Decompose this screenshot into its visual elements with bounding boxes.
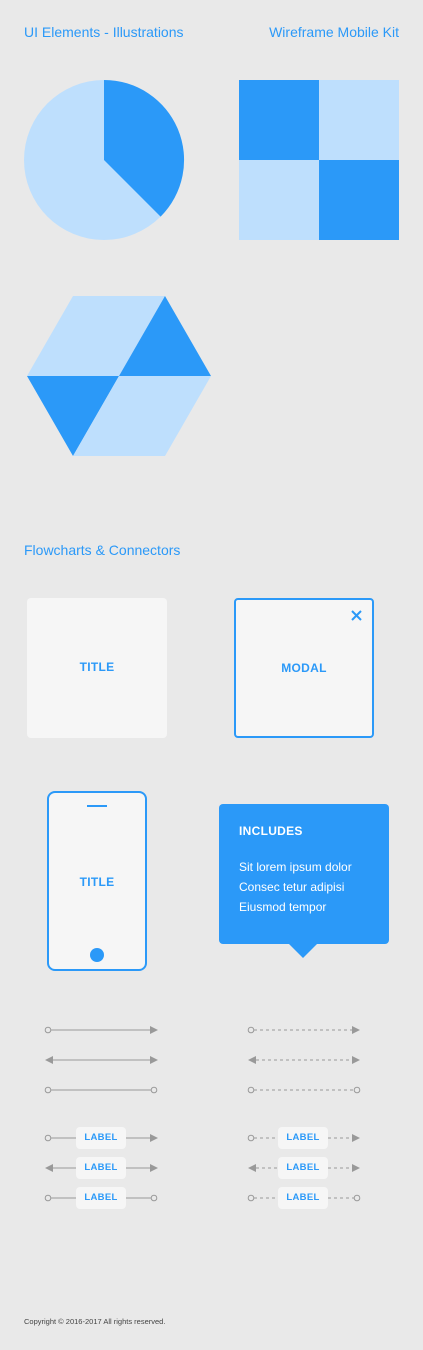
illustrations	[24, 79, 399, 456]
connector-dashed-circle-circle[interactable]	[247, 1086, 361, 1094]
tooltip-line: Sit lorem ipsum dolor	[239, 860, 352, 874]
connector-label[interactable]: LABEL	[76, 1187, 126, 1209]
includes-tooltip: INCLUDES Sit lorem ipsum dolor Consec te…	[219, 804, 389, 958]
connector-label[interactable]: LABEL	[76, 1157, 126, 1179]
connector-solid-circle-circle[interactable]	[44, 1086, 158, 1094]
close-icon[interactable]	[351, 610, 362, 621]
copyright: Copyright © 2016-2017 All rights reserve…	[24, 1317, 166, 1326]
phone-card[interactable]: TITLE	[47, 791, 147, 971]
connector-label[interactable]: LABEL	[76, 1127, 126, 1149]
connector-label[interactable]: LABEL	[278, 1187, 328, 1209]
modal-card[interactable]: MODAL	[234, 598, 374, 738]
connectors	[44, 1026, 361, 1202]
pie-illustration	[24, 79, 185, 240]
connector-solid-arrow-arrow[interactable]	[45, 1056, 158, 1064]
phone-speaker	[87, 805, 107, 807]
connector-label[interactable]: LABEL	[278, 1157, 328, 1179]
connector-dashed-circle-arrow[interactable]	[247, 1026, 360, 1034]
modal-card-label: MODAL	[281, 661, 327, 675]
checker-square-2	[319, 80, 399, 160]
phone-home-button	[90, 948, 104, 962]
title-card[interactable]: TITLE	[27, 598, 167, 738]
checker-illustration	[239, 80, 399, 240]
checker-square-4	[319, 160, 399, 240]
connector-label[interactable]: LABEL	[278, 1127, 328, 1149]
connector-dashed-arrow-arrow[interactable]	[248, 1056, 360, 1064]
tooltip-heading: INCLUDES	[239, 824, 303, 838]
tooltip-line: Consec tetur adipisi	[239, 880, 345, 894]
hexagon-illustration	[27, 296, 211, 456]
phone-title: TITLE	[79, 875, 115, 889]
title-card-label: TITLE	[79, 660, 115, 674]
checker-square-1	[239, 80, 319, 160]
checker-square-3	[239, 160, 319, 240]
tooltip-line: Eiusmod tempor	[239, 900, 327, 914]
connector-solid-circle-arrow[interactable]	[44, 1026, 158, 1034]
section-title-flowcharts: Flowcharts & Connectors	[24, 542, 181, 558]
